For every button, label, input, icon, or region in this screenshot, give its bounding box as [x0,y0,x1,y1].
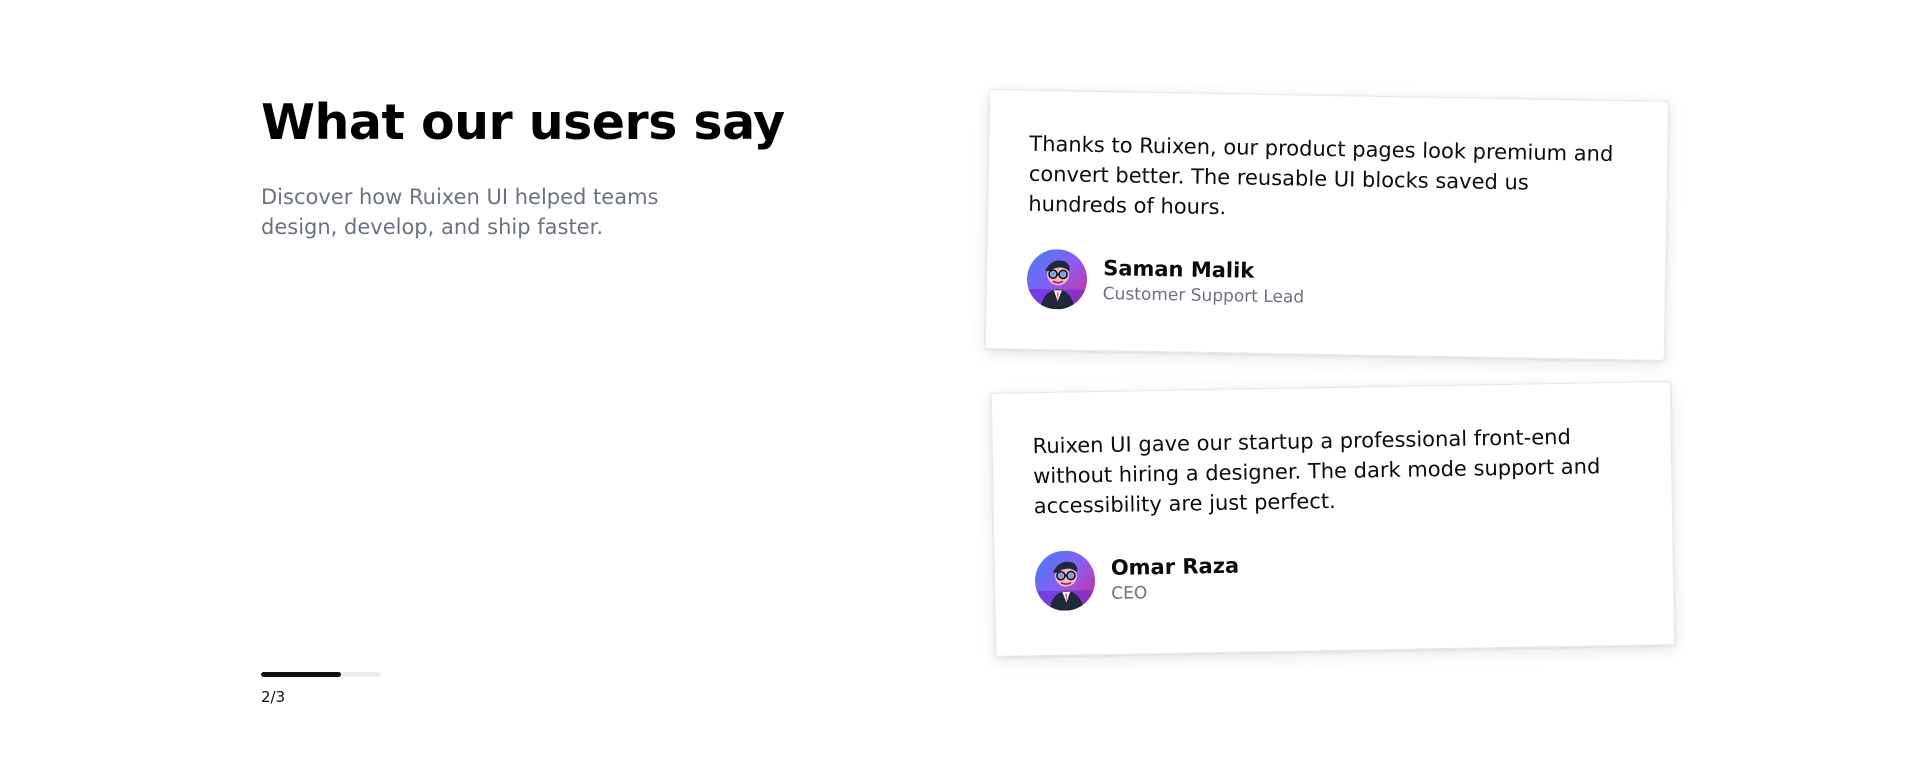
carousel-page-indicator: 2/3 [261,688,286,706]
author-role: Customer Support Lead [1102,284,1305,308]
testimonial-author: Omar Raza CEO [1034,541,1636,612]
testimonials-section: What our users say Discover how Ruixen U… [0,0,1920,768]
testimonial-card[interactable]: Thanks to Ruixen, our product pages look… [984,89,1670,361]
section-heading: What our users say [261,94,785,151]
avatar-illustration-icon [1034,550,1096,612]
testimonial-quote: Ruixen UI gave our startup a professiona… [1032,424,1601,519]
section-subheading: Discover how Ruixen UI helped teams desi… [261,185,659,239]
testimonial-quote: Thanks to Ruixen, our product pages look… [1028,131,1614,220]
author-name: Saman Malik [1103,256,1255,283]
carousel-progress-fill [261,672,342,677]
avatar-illustration-icon [1026,248,1088,310]
carousel-progress-bar [261,672,381,677]
testimonial-card[interactable]: Ruixen UI gave our startup a professiona… [990,381,1676,657]
author-name: Omar Raza [1110,553,1240,580]
author-role: CEO [1111,583,1148,604]
testimonial-author: Saman Malik Customer Support Lead [1026,248,1627,319]
